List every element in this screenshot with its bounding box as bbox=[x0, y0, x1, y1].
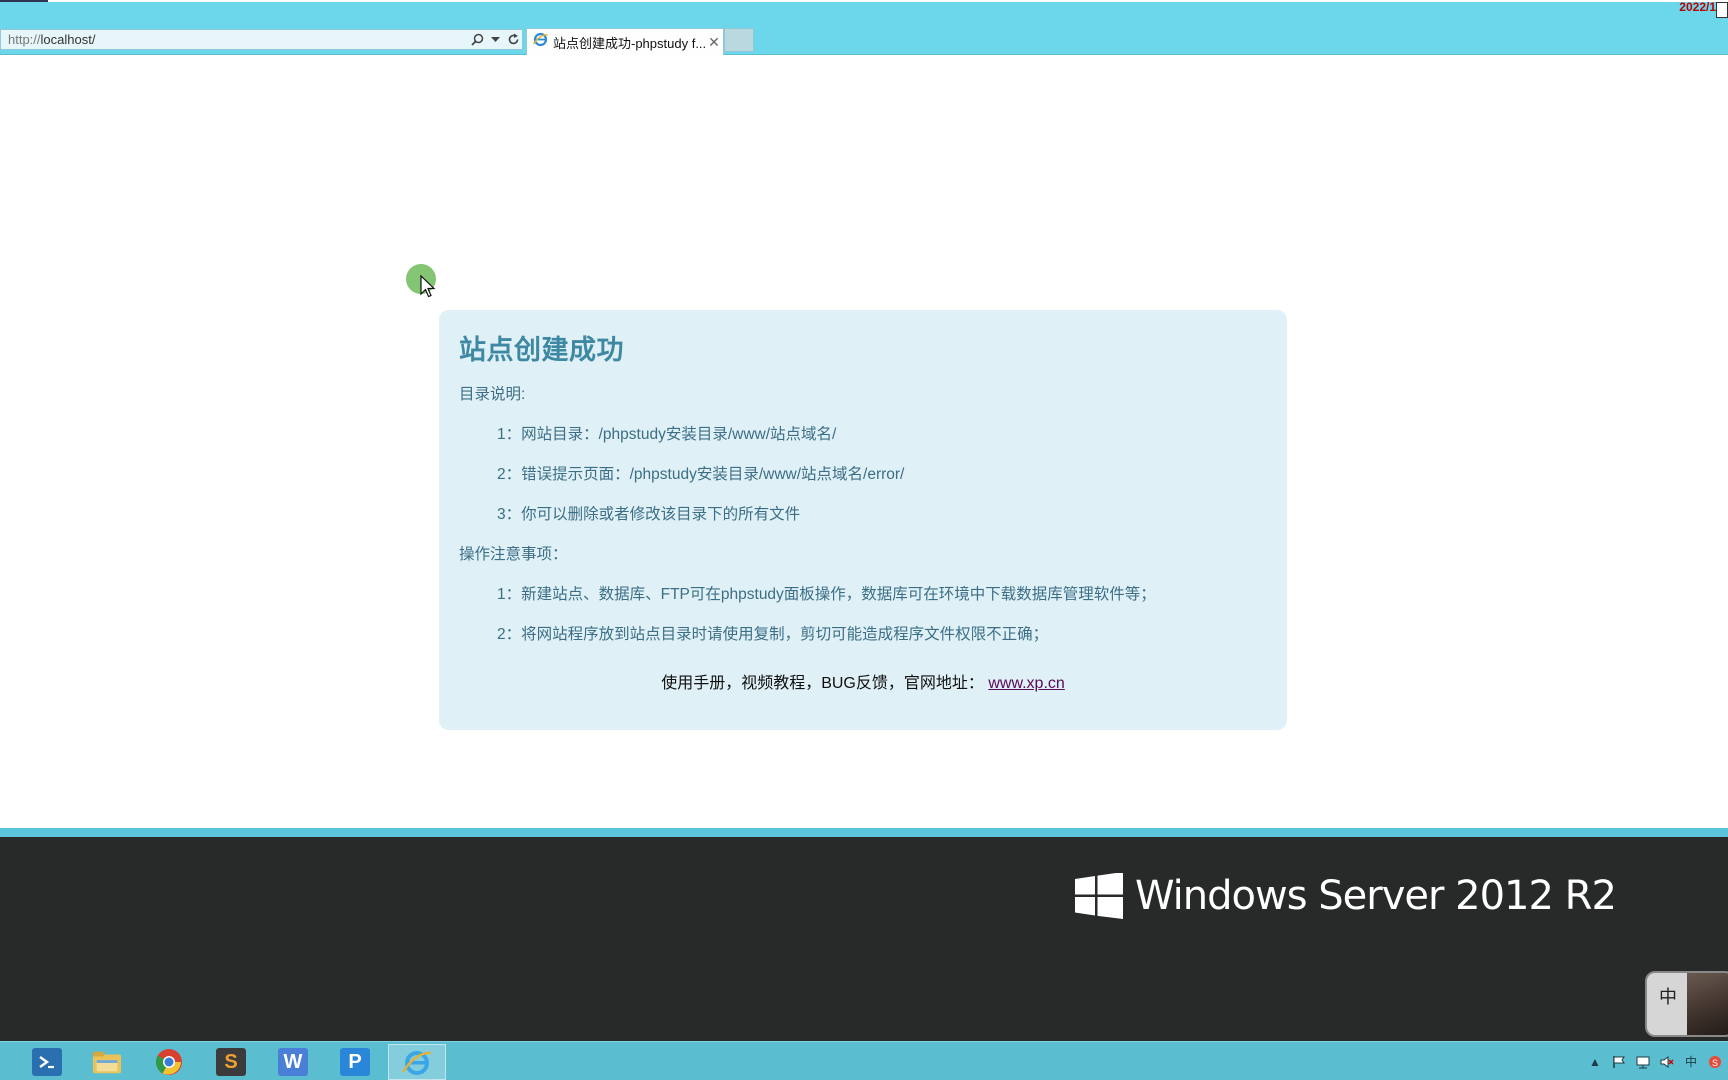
powershell-icon bbox=[32, 1048, 62, 1076]
taskbar-chrome[interactable] bbox=[140, 1044, 198, 1080]
internet-explorer-icon bbox=[532, 32, 548, 52]
page-title: 站点创建成功 bbox=[459, 335, 624, 366]
taskbar-internet-explorer[interactable] bbox=[388, 1044, 446, 1080]
taskbar-file-explorer[interactable] bbox=[78, 1044, 136, 1080]
web-page: 站点创建成功 目录说明: 1：网站目录：/phpstudy安装目录/www/站点… bbox=[0, 55, 1728, 828]
dir-item: 2：错误提示页面：/phpstudy安装目录/www/站点域名/error/ bbox=[497, 466, 905, 483]
chrome-icon bbox=[154, 1048, 184, 1076]
close-icon[interactable]: ✕ bbox=[705, 34, 723, 51]
sublime-text-icon: S bbox=[216, 1048, 246, 1076]
mouse-cursor-icon bbox=[420, 275, 436, 298]
taskbar-sublime[interactable]: S bbox=[202, 1044, 260, 1080]
svg-text:S: S bbox=[1712, 1058, 1718, 1068]
official-site-link[interactable]: www.xp.cn bbox=[988, 675, 1064, 692]
notes-item: 1：新建站点、数据库、FTP可在phpstudy面板操作，数据库可在环境中下载数… bbox=[497, 586, 1156, 603]
tab-active[interactable]: 站点创建成功-phpstudy f... ✕ bbox=[526, 28, 724, 55]
chrome-progress-indicator bbox=[0, 0, 48, 2]
show-hidden-icons-icon[interactable]: ▲ bbox=[1588, 1055, 1602, 1069]
network-icon[interactable] bbox=[1636, 1055, 1650, 1069]
address-host: localhost/ bbox=[40, 32, 96, 47]
windows-logo-icon bbox=[1075, 873, 1123, 919]
footer-line: 使用手册，视频教程，BUG反馈，官网地址： www.xp.cn bbox=[459, 669, 1267, 693]
internet-explorer-icon bbox=[402, 1048, 432, 1076]
sogou-ime-icon[interactable]: S bbox=[1708, 1055, 1722, 1069]
search-icon[interactable] bbox=[468, 31, 486, 49]
system-tray: ▲ 中 S bbox=[1588, 1042, 1728, 1080]
volume-muted-icon[interactable] bbox=[1660, 1055, 1674, 1069]
browser-chrome: 2022/1 http://localhost/ 站点创建成功-phpstudy… bbox=[0, 0, 1728, 55]
tab-title: 站点创建成功-phpstudy f... bbox=[553, 35, 705, 51]
chrome-top-border bbox=[0, 0, 1728, 2]
taskbar: S W P ▲ 中 S bbox=[0, 1041, 1728, 1080]
file-explorer-icon bbox=[92, 1048, 122, 1076]
windows-brand: Windows Server 2012 R2 bbox=[1075, 873, 1617, 919]
chevron-down-icon[interactable] bbox=[486, 31, 504, 49]
ime-status-widget[interactable]: 中 bbox=[1645, 971, 1728, 1037]
ime-avatar-image bbox=[1687, 973, 1728, 1035]
action-center-flag-icon[interactable] bbox=[1612, 1055, 1626, 1069]
taskbar-wps[interactable]: W bbox=[264, 1044, 322, 1080]
address-protocol: http:// bbox=[8, 32, 41, 47]
dir-section-title: 目录说明: bbox=[459, 386, 526, 403]
notes-item: 2：将网站程序放到站点目录时请使用复制，剪切可能造成程序文件权限不正确； bbox=[497, 626, 1049, 643]
dir-item: 3：你可以删除或者修改该目录下的所有文件 bbox=[497, 506, 801, 523]
desktop-separator bbox=[0, 828, 1728, 837]
refresh-icon[interactable] bbox=[504, 31, 522, 49]
phpstudy-icon: P bbox=[340, 1048, 370, 1076]
address-bar[interactable]: http://localhost/ bbox=[0, 29, 523, 50]
os-brand-text: Windows Server 2012 R2 bbox=[1135, 873, 1617, 919]
address-url[interactable]: http://localhost/ bbox=[1, 32, 468, 47]
footer-text: 使用手册，视频教程，BUG反馈，官网地址： bbox=[661, 675, 984, 692]
info-card: 站点创建成功 目录说明: 1：网站目录：/phpstudy安装目录/www/站点… bbox=[439, 310, 1287, 730]
ime-language-label: 中 bbox=[1659, 987, 1677, 1007]
taskbar-phpstudy[interactable]: P bbox=[326, 1044, 384, 1080]
window-control-icon[interactable] bbox=[1716, 2, 1728, 18]
new-tab-button[interactable] bbox=[724, 28, 754, 52]
dir-item: 1：网站目录：/phpstudy安装目录/www/站点域名/ bbox=[497, 426, 837, 443]
input-language-label[interactable]: 中 bbox=[1684, 1055, 1698, 1069]
desktop-background: Windows Server 2012 R2 中 bbox=[0, 837, 1728, 1041]
wps-writer-icon: W bbox=[278, 1048, 308, 1076]
taskbar-powershell[interactable] bbox=[18, 1044, 76, 1080]
clock-date-fragment: 2022/1 bbox=[1679, 0, 1716, 14]
notes-section-title: 操作注意事项： bbox=[459, 546, 568, 563]
